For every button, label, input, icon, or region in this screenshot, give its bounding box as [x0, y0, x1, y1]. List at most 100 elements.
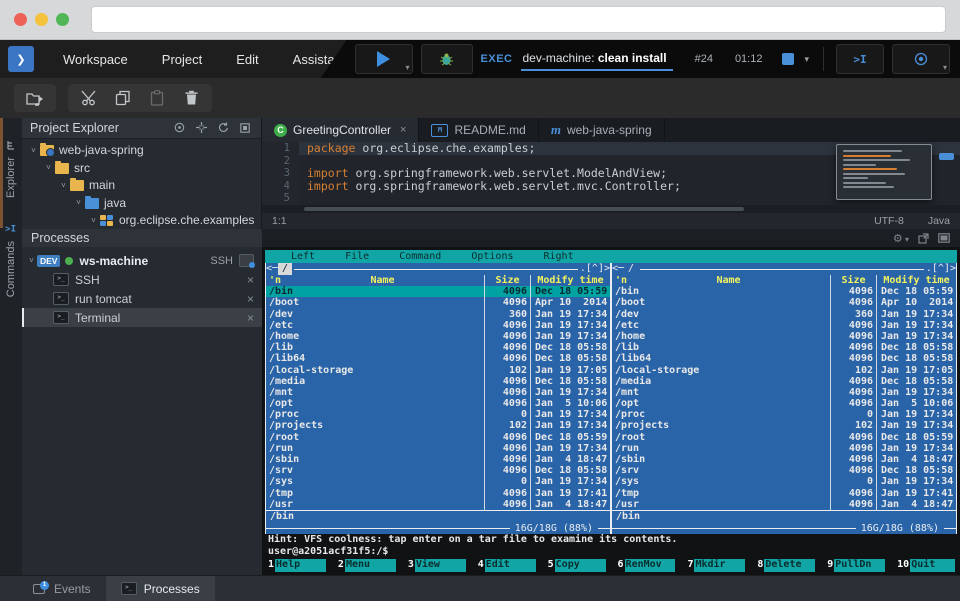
zoom-window-button[interactable]	[56, 13, 69, 26]
mc-row[interactable]: /local-storage 102 Jan 19 17:05	[266, 364, 610, 376]
open-in-new-window-button[interactable]	[918, 232, 929, 244]
mc-menu-command[interactable]: Command	[399, 250, 441, 263]
fkey-pulldn[interactable]: 9 PullDn	[826, 559, 886, 573]
mc-row[interactable]: /usr 4096 Jan 4 18:47	[612, 498, 956, 510]
mc-current-path[interactable]: /	[624, 263, 638, 275]
mc-row[interactable]: /sys 0 Jan 19 17:34	[612, 476, 956, 488]
refresh-button[interactable]	[215, 121, 231, 135]
scrollbar-thumb[interactable]	[304, 207, 744, 211]
mc-row[interactable]: /proc 0 Jan 19 17:34	[266, 409, 610, 421]
chevron-down-icon[interactable]: ˅	[26, 256, 37, 265]
tree-item[interactable]: ˅ main	[22, 177, 261, 195]
editor-tab-greetingcontroller[interactable]: C GreetingController ×	[262, 118, 420, 142]
exec-dropdown-caret[interactable]: ▾	[804, 54, 809, 65]
side-tab-explorer[interactable]: Explorer	[5, 140, 17, 198]
mc-row[interactable]: /srv 4096 Dec 18 05:58	[266, 465, 610, 477]
chevron-down-icon[interactable]: ˅	[28, 146, 39, 155]
maximize-panel-button[interactable]	[938, 233, 950, 243]
processes-tab[interactable]: >_ Processes	[105, 576, 215, 601]
mc-current-path[interactable]: /	[278, 263, 293, 275]
fkey-help[interactable]: 1 Help	[267, 559, 326, 573]
chevron-down-icon[interactable]: ˅	[73, 198, 84, 207]
chevron-down-icon[interactable]: ˅	[58, 181, 69, 190]
mc-row[interactable]: /media 4096 Dec 18 05:58	[612, 375, 956, 387]
mc-row[interactable]: /run 4096 Jan 19 17:34	[612, 442, 956, 454]
code-editor[interactable]: 1 package org.eclipse.che.examples; 2 3 impo…	[262, 142, 960, 205]
mc-row[interactable]: /lib64 4096 Dec 18 05:58	[266, 353, 610, 365]
shell-prompt[interactable]: user@a2051acf31f5:/$	[265, 546, 957, 558]
mc-menu-left[interactable]: Left	[291, 250, 315, 263]
terminal-console[interactable]: Left File Command Options Right <─ / .[^]>'n Na…	[262, 247, 960, 575]
mc-row[interactable]: /run 4096 Jan 19 17:34	[266, 442, 610, 454]
exec-command[interactable]: dev-machine: clean install	[520, 48, 673, 71]
mc-row[interactable]: /usr 4096 Jan 4 18:47	[266, 498, 610, 510]
ssh-machine-icon[interactable]	[239, 254, 255, 268]
link-with-editor-button[interactable]	[171, 121, 187, 135]
delete-button[interactable]	[182, 89, 200, 107]
side-tab-commands[interactable]: Commands >I	[5, 224, 17, 297]
mc-row[interactable]: /local-storage 102 Jan 19 17:05	[612, 364, 956, 376]
events-tab[interactable]: 1 Events	[18, 576, 106, 601]
fkey-edit[interactable]: 4 Edit	[477, 559, 536, 573]
cut-button[interactable]	[80, 89, 98, 107]
fkey-renmov[interactable]: 6 RenMov	[617, 559, 676, 573]
chevron-down-icon[interactable]: ˅	[43, 163, 54, 172]
editor-tab-web-java-spring[interactable]: m web-java-spring	[539, 118, 665, 142]
mc-menu-file[interactable]: File	[345, 250, 369, 263]
paste-button[interactable]	[148, 89, 166, 107]
collapse-all-button[interactable]	[193, 121, 209, 135]
minimize-window-button[interactable]	[35, 13, 48, 26]
fkey-copy[interactable]: 5 Copy	[547, 559, 606, 573]
fkey-menu[interactable]: 2 Menu	[337, 559, 396, 573]
mc-row[interactable]: /home 4096 Jan 19 17:34	[266, 330, 610, 343]
mc-row[interactable]: /boot 4096 Apr 10 2014	[266, 297, 610, 309]
import-project-button[interactable]	[26, 89, 44, 107]
mc-row[interactable]: /etc 4096 Jan 19 17:34	[612, 319, 956, 331]
mc-row[interactable]: /opt 4096 Jan 5 10:06	[612, 398, 956, 410]
mc-row[interactable]: /opt 4096 Jan 5 10:06	[266, 398, 610, 410]
mc-col-size[interactable]: Size	[484, 275, 530, 287]
mc-row[interactable]: /tmp 4096 Jan 19 17:41	[612, 487, 956, 499]
mc-row[interactable]: /etc 4096 Jan 19 17:34	[266, 319, 610, 331]
close-icon[interactable]: ×	[247, 311, 254, 325]
menu-item-project[interactable]: Project	[145, 40, 219, 78]
close-icon[interactable]: ×	[247, 273, 254, 287]
mc-row[interactable]: /tmp 4096 Jan 19 17:41	[266, 487, 610, 499]
run-button[interactable]: ▾	[354, 44, 413, 74]
close-window-button[interactable]	[14, 13, 27, 26]
terminal-button[interactable]: >I	[836, 44, 884, 74]
mc-row[interactable]: /sbin 4096 Jan 4 18:47	[612, 454, 956, 466]
tree-item[interactable]: ˅ src	[22, 159, 261, 177]
debug-button[interactable]	[420, 44, 473, 74]
mc-col-name[interactable]: Name	[627, 275, 830, 286]
mc-col-size[interactable]: Size	[830, 275, 876, 287]
nav-toggle-button[interactable]: ❯	[8, 46, 34, 72]
menu-item-workspace[interactable]: Workspace	[46, 40, 145, 78]
tree-item[interactable]: ˅ java	[22, 194, 261, 212]
editor-horizontal-scrollbar[interactable]	[262, 205, 960, 213]
mc-row[interactable]: /projects 102 Jan 19 17:34	[266, 420, 610, 432]
process-item-ssh[interactable]: >_ SSH ×	[22, 270, 262, 289]
mc-row[interactable]: /bin 4096 Dec 18 05:59	[266, 286, 610, 298]
editor-tab-readme.md[interactable]: M README.md	[419, 118, 539, 142]
mc-col-name[interactable]: Name	[281, 275, 484, 286]
fkey-mkdir[interactable]: 7 Mkdir	[686, 559, 746, 573]
process-item-run-tomcat[interactable]: >_ run tomcat ×	[22, 289, 262, 308]
copy-button[interactable]	[114, 89, 132, 107]
fkey-delete[interactable]: 8 Delete	[756, 559, 816, 573]
scroll-annotation-marker[interactable]	[939, 153, 954, 160]
mc-row[interactable]: /bin 4096 Dec 18 05:59	[612, 286, 956, 298]
tree-item[interactable]: ˅ web-java-spring	[22, 142, 261, 160]
mc-row[interactable]: /root 4096 Dec 18 05:59	[612, 431, 956, 443]
mc-row[interactable]: /mnt 4096 Jan 19 17:34	[266, 386, 610, 399]
tree-item[interactable]: ˅ org.eclipse.che.examples	[22, 212, 261, 230]
fkey-quit[interactable]: 10 Quit	[896, 559, 956, 573]
mc-row[interactable]: /dev 360 Jan 19 17:34	[612, 308, 956, 320]
mc-menu-options[interactable]: Options	[471, 250, 513, 263]
mc-row[interactable]: /dev 360 Jan 19 17:34	[266, 308, 610, 320]
chevron-down-icon[interactable]: ˅	[88, 216, 99, 225]
debug-target-button[interactable]: ▾	[892, 44, 950, 74]
menu-item-edit[interactable]: Edit	[219, 40, 275, 78]
mc-row[interactable]: /lib 4096 Dec 18 05:58	[266, 342, 610, 354]
maximize-part-button[interactable]	[237, 121, 253, 135]
